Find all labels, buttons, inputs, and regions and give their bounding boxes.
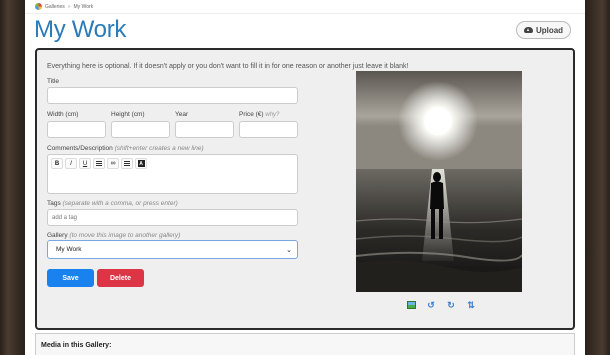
tags-hint: (separate with a comma, or press enter) — [62, 200, 178, 207]
link-icon: ∞ — [110, 160, 116, 167]
media-section: Media in this Gallery: — [35, 333, 575, 355]
delete-button[interactable]: Delete — [97, 269, 144, 287]
form-note: Everything here is optional. If it doesn… — [47, 63, 409, 70]
comments-label-text: Comments/Description — [47, 145, 113, 152]
width-input[interactable] — [47, 121, 106, 138]
price-why-link[interactable]: why? — [265, 112, 279, 118]
format-button[interactable]: A — [135, 158, 147, 169]
breadcrumb: Galleries » My Work — [35, 3, 93, 10]
rotate-right-icon[interactable]: ↻ — [446, 300, 456, 310]
chevron-down-icon: ⌄ — [286, 246, 292, 254]
gallery-hint: (to move this image to another gallery) — [69, 232, 181, 239]
upload-label: Upload — [535, 25, 564, 35]
gallery-label-text: Gallery — [47, 232, 68, 239]
bold-button[interactable]: B — [51, 158, 63, 169]
price-input[interactable] — [239, 121, 298, 138]
breadcrumb-current: My Work — [73, 3, 94, 10]
align-button[interactable] — [121, 158, 133, 169]
title-input[interactable] — [47, 87, 298, 104]
divider — [25, 13, 585, 14]
site-logo-icon[interactable] — [35, 3, 42, 10]
gallery-label: Gallery (to move this image to another g… — [47, 232, 180, 239]
upload-button[interactable]: Upload — [516, 21, 571, 39]
format-icon: A — [137, 160, 145, 167]
align-icon — [124, 163, 130, 164]
comments-hint: (shift+enter creates a new line) — [114, 145, 204, 152]
italic-button[interactable]: I — [65, 158, 77, 169]
gallery-selected: My Work — [56, 246, 82, 253]
media-heading: Media in this Gallery: — [41, 342, 112, 349]
edit-panel: Everything here is optional. If it doesn… — [35, 48, 575, 330]
tags-label: Tags (separate with a comma, or press en… — [47, 200, 178, 207]
breadcrumb-root[interactable]: Galleries — [45, 4, 65, 10]
price-label-text: Price (€) — [239, 111, 264, 118]
list-button[interactable] — [93, 158, 105, 169]
width-label: Width (cm) — [47, 111, 79, 118]
sunset-beach-image — [356, 71, 522, 292]
price-label: Price (€) why? — [239, 111, 279, 118]
comments-label: Comments/Description (shift+enter create… — [47, 145, 204, 152]
artwork-photo — [356, 71, 522, 292]
page: Galleries » My Work My Work Upload Every… — [25, 0, 585, 355]
flip-icon[interactable]: ⇅ — [466, 300, 476, 310]
image-icon[interactable] — [407, 301, 416, 309]
page-title: My Work — [34, 16, 127, 43]
photo-controls: ↺ ↻ ⇅ — [407, 300, 476, 310]
comments-editor[interactable]: B I U ∞ A — [47, 154, 298, 194]
link-button[interactable]: ∞ — [107, 158, 119, 169]
save-button[interactable]: Save — [47, 269, 94, 287]
title-label: Title — [47, 78, 60, 85]
breadcrumb-separator: » — [67, 3, 71, 10]
underline-button[interactable]: U — [79, 158, 91, 169]
year-input[interactable] — [175, 121, 234, 138]
tags-label-text: Tags — [47, 200, 61, 207]
gallery-select[interactable]: My Work ⌄ — [47, 240, 298, 259]
cloud-upload-icon — [523, 27, 533, 33]
year-label: Year — [175, 111, 189, 118]
height-label: Height (cm) — [111, 111, 145, 118]
list-icon — [96, 163, 102, 164]
rotate-left-icon[interactable]: ↺ — [426, 300, 436, 310]
height-input[interactable] — [111, 121, 170, 138]
tags-input[interactable]: add a tag — [47, 209, 298, 226]
